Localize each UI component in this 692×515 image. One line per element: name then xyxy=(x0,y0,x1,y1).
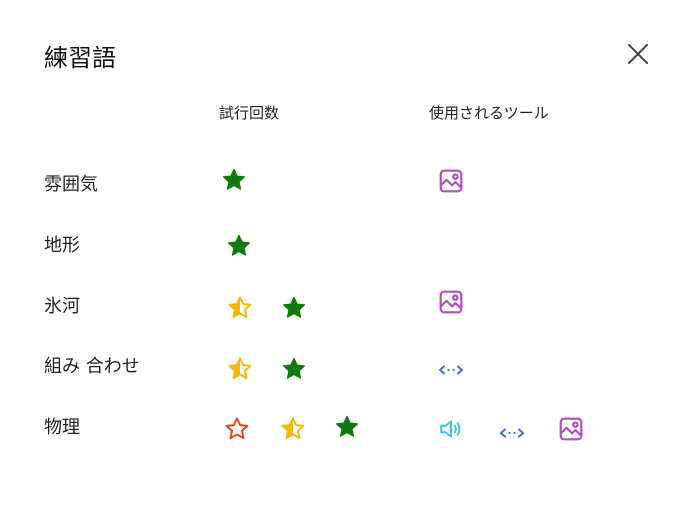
tools-column-header: 使用されるツール xyxy=(429,104,549,122)
star-full-icon xyxy=(225,232,253,260)
image-icon xyxy=(437,288,465,316)
split-icon xyxy=(498,419,526,447)
attempts-column-header: 試行回数 xyxy=(219,104,280,122)
dialog-title: 練習語 xyxy=(44,44,116,72)
image-icon xyxy=(437,167,465,195)
speaker-icon xyxy=(437,415,465,443)
close-button[interactable] xyxy=(622,38,654,70)
word-label-2: 地形 xyxy=(44,235,80,256)
close-icon xyxy=(628,44,648,64)
star-empty-icon xyxy=(223,415,251,443)
split-icon xyxy=(437,356,465,384)
word-label-5: 物理 xyxy=(44,417,80,438)
star-full-icon xyxy=(280,294,308,322)
star-full-icon xyxy=(220,166,248,194)
word-label-4: 組み 合わせ xyxy=(44,356,140,377)
star-half-icon xyxy=(226,294,254,322)
word-label-1: 雰囲気 xyxy=(44,174,98,195)
star-full-icon xyxy=(333,413,361,441)
word-label-3: 氷河 xyxy=(44,296,80,317)
star-half-icon xyxy=(226,355,254,383)
practice-words-dialog: 練習語 試行回数 使用されるツール 雰囲気 地形 氷河 組み 合わせ 物理 xyxy=(0,0,692,515)
star-half-icon xyxy=(279,415,307,443)
image-icon xyxy=(557,415,585,443)
star-full-icon xyxy=(280,355,308,383)
